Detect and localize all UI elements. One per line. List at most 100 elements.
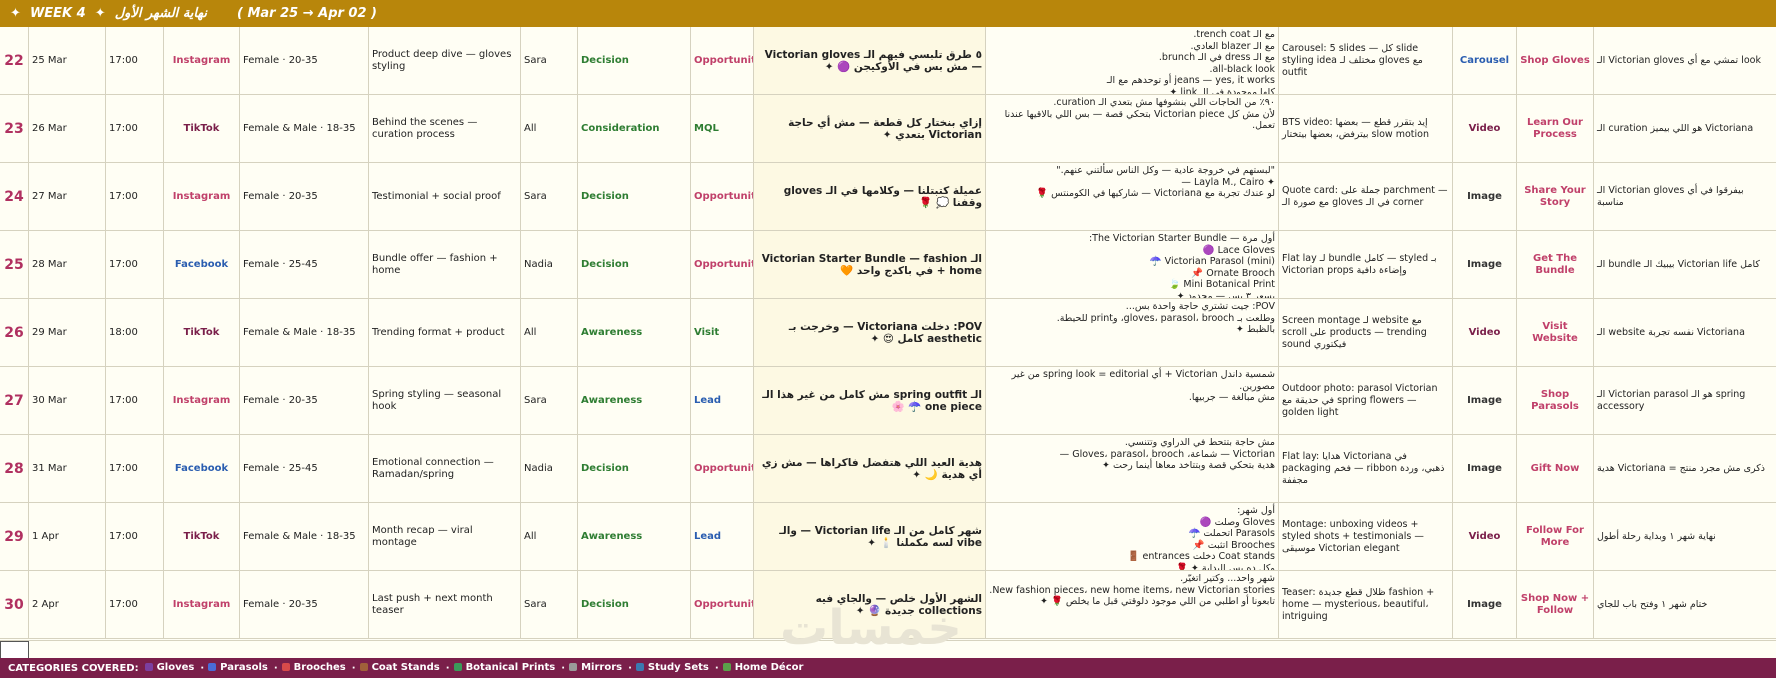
audience-cell[interactable]: Female · 25-45 (240, 435, 369, 502)
visual-cell[interactable]: Carousel: 5 slides — كل slide styling id… (1279, 27, 1453, 94)
visual-cell[interactable]: Montage: unboxing videos + styled shots … (1279, 503, 1453, 570)
time-cell[interactable]: 17:00 (106, 571, 164, 638)
visual-cell[interactable]: Teaser: ظلال قطع جديدة fashion + home — … (1279, 571, 1453, 638)
stage-cell[interactable]: Awareness (578, 299, 691, 366)
format-cell[interactable]: Video (1453, 95, 1517, 162)
hook-cell[interactable]: عميلة كتبتلنا — وكلامها في الـ gloves وق… (754, 163, 986, 230)
goal-cell[interactable]: Opportunity (691, 231, 754, 298)
topic-cell[interactable]: Product deep dive — gloves styling (369, 27, 521, 94)
row-number[interactable]: 23 (0, 95, 29, 162)
notes-cell[interactable]: الـ Victorian parasol هو الـ spring acce… (1594, 367, 1776, 434)
audience-cell[interactable]: Female · 20-35 (240, 571, 369, 638)
owner-cell[interactable]: Sara (521, 571, 578, 638)
time-cell[interactable]: 17:00 (106, 95, 164, 162)
notes-cell[interactable]: الـ Victorian gloves بيفرقوا في أي مناسب… (1594, 163, 1776, 230)
stage-cell[interactable]: Decision (578, 27, 691, 94)
topic-cell[interactable]: Behind the scenes — curation process (369, 95, 521, 162)
date-cell[interactable]: 31 Mar (29, 435, 106, 502)
stage-cell[interactable]: Decision (578, 435, 691, 502)
date-cell[interactable]: 1 Apr (29, 503, 106, 570)
format-cell[interactable]: Carousel (1453, 27, 1517, 94)
caption-cell[interactable]: مع الـ trench coat. مع الـ blazer العادي… (986, 27, 1279, 94)
hook-cell[interactable]: ٥ طرق تلبسي فيهم الـ Victorian gloves — … (754, 27, 986, 94)
time-cell[interactable]: 17:00 (106, 163, 164, 230)
cta-cell[interactable]: Shop Gloves (1517, 27, 1594, 94)
topic-cell[interactable]: Bundle offer — fashion + home (369, 231, 521, 298)
format-cell[interactable]: Image (1453, 435, 1517, 502)
owner-cell[interactable]: Sara (521, 367, 578, 434)
format-cell[interactable]: Image (1453, 163, 1517, 230)
audience-cell[interactable]: Female & Male · 18-35 (240, 95, 369, 162)
goal-cell[interactable]: Opportunity (691, 27, 754, 94)
notes-cell[interactable]: الـ website نفسه تجربة Victoriana (1594, 299, 1776, 366)
owner-cell[interactable]: Nadia (521, 231, 578, 298)
time-cell[interactable]: 17:00 (106, 435, 164, 502)
stage-cell[interactable]: Awareness (578, 503, 691, 570)
owner-cell[interactable]: All (521, 299, 578, 366)
notes-cell[interactable]: نهاية شهر ١ وبداية رحلة أطول (1594, 503, 1776, 570)
platform-cell[interactable]: Instagram (164, 571, 240, 638)
caption-cell[interactable]: ٩٠٪ من الحاجات اللي بنشوفها مش بتعدي الـ… (986, 95, 1279, 162)
platform-cell[interactable]: Instagram (164, 27, 240, 94)
caption-cell[interactable]: POV: جيت تشتري حاجة واحدة بس... وطلعت بـ… (986, 299, 1279, 366)
notes-cell[interactable]: هدية Victoriana = ذكرى مش مجرد منتج (1594, 435, 1776, 502)
format-cell[interactable]: Video (1453, 299, 1517, 366)
stage-cell[interactable]: Decision (578, 571, 691, 638)
row-number[interactable]: 27 (0, 367, 29, 434)
caption-cell[interactable]: أول شهر: Gloves وصلت 🟣 Parasols اتحملت ☂… (986, 503, 1279, 570)
visual-cell[interactable]: Outdoor photo: parasol Victorian في حديق… (1279, 367, 1453, 434)
stage-cell[interactable]: Consideration (578, 95, 691, 162)
platform-cell[interactable]: TikTok (164, 503, 240, 570)
audience-cell[interactable]: Female · 20-35 (240, 163, 369, 230)
row-number[interactable]: 24 (0, 163, 29, 230)
goal-cell[interactable]: Lead (691, 367, 754, 434)
format-cell[interactable]: Image (1453, 571, 1517, 638)
audience-cell[interactable]: Female · 20-35 (240, 367, 369, 434)
row-number[interactable]: 30 (0, 571, 29, 638)
topic-cell[interactable]: Month recap — viral montage (369, 503, 521, 570)
topic-cell[interactable]: Last push + next month teaser (369, 571, 521, 638)
caption-cell[interactable]: مش حاجة بتتحط في الدراوي وتتنسي. Victori… (986, 435, 1279, 502)
topic-cell[interactable]: Testimonial + social proof (369, 163, 521, 230)
stage-cell[interactable]: Decision (578, 163, 691, 230)
format-cell[interactable]: Video (1453, 503, 1517, 570)
cta-cell[interactable]: Get The Bundle (1517, 231, 1594, 298)
notes-cell[interactable]: الـ Victorian gloves تمشي مع أي look (1594, 27, 1776, 94)
time-cell[interactable]: 17:00 (106, 231, 164, 298)
stage-cell[interactable]: Awareness (578, 367, 691, 434)
stage-cell[interactable]: Decision (578, 231, 691, 298)
format-cell[interactable]: Image (1453, 367, 1517, 434)
hook-cell[interactable]: شهر كامل من الـ Victorian life — والـ vi… (754, 503, 986, 570)
date-cell[interactable]: 29 Mar (29, 299, 106, 366)
notes-cell[interactable]: الـ bundle بيبيك الـ Victorian life كامل (1594, 231, 1776, 298)
goal-cell[interactable]: Opportunity (691, 163, 754, 230)
topic-cell[interactable]: Trending format + product (369, 299, 521, 366)
selected-cell[interactable] (0, 641, 29, 659)
topic-cell[interactable]: Spring styling — seasonal hook (369, 367, 521, 434)
owner-cell[interactable]: Sara (521, 163, 578, 230)
visual-cell[interactable]: Flat lay: هدايا Victoriana في packaging … (1279, 435, 1453, 502)
platform-cell[interactable]: TikTok (164, 299, 240, 366)
visual-cell[interactable]: Screen montage لـ website مع scroll على … (1279, 299, 1453, 366)
platform-cell[interactable]: Instagram (164, 367, 240, 434)
date-cell[interactable]: 25 Mar (29, 27, 106, 94)
date-cell[interactable]: 28 Mar (29, 231, 106, 298)
platform-cell[interactable]: Instagram (164, 163, 240, 230)
goal-cell[interactable]: MQL (691, 95, 754, 162)
time-cell[interactable]: 17:00 (106, 367, 164, 434)
topic-cell[interactable]: Emotional connection — Ramadan/spring (369, 435, 521, 502)
owner-cell[interactable]: All (521, 503, 578, 570)
visual-cell[interactable]: Quote card: جملة على parchment — مع صورة… (1279, 163, 1453, 230)
goal-cell[interactable]: Opportunity (691, 571, 754, 638)
caption-cell[interactable]: أول مرة — The Victorian Starter Bundle: … (986, 231, 1279, 298)
hook-cell[interactable]: إزاي بنختار كل قطعة — مش أي حاجة Victori… (754, 95, 986, 162)
cta-cell[interactable]: Gift Now (1517, 435, 1594, 502)
owner-cell[interactable]: Sara (521, 27, 578, 94)
owner-cell[interactable]: All (521, 95, 578, 162)
cta-cell[interactable]: Shop Now + Follow (1517, 571, 1594, 638)
goal-cell[interactable]: Visit (691, 299, 754, 366)
time-cell[interactable]: 17:00 (106, 27, 164, 94)
cta-cell[interactable]: Learn Our Process (1517, 95, 1594, 162)
hook-cell[interactable]: هدية العيد اللي هتفضل فاكراها — مش زي أي… (754, 435, 986, 502)
cta-cell[interactable]: Follow For More (1517, 503, 1594, 570)
